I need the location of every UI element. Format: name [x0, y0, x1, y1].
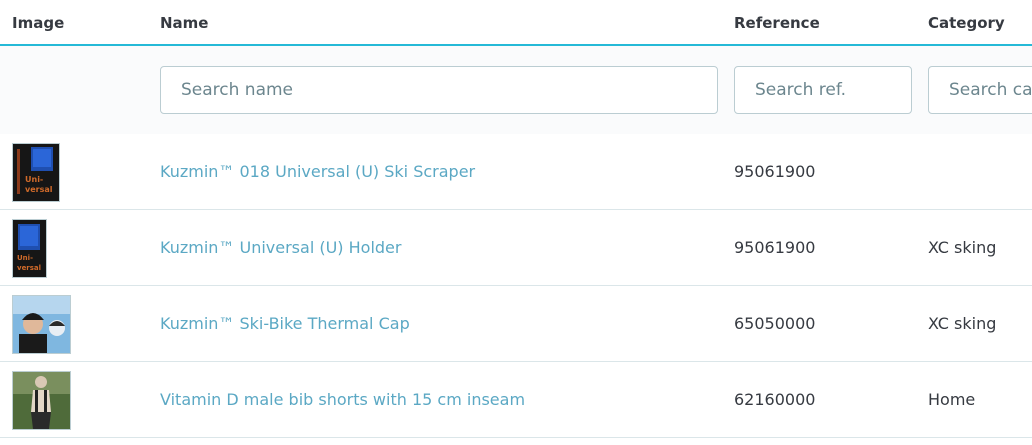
product-thumbnail[interactable]	[12, 295, 71, 354]
table-row[interactable]: Uni- versal Kuzmin™ Universal (U) Holder…	[0, 210, 1032, 286]
product-category: Home	[928, 390, 976, 409]
product-name-link[interactable]: Vitamin D male bib shorts with 15 cm ins…	[160, 390, 525, 409]
product-thumbnail[interactable]: Uni- versal	[12, 219, 47, 278]
product-reference: 62160000	[734, 390, 816, 409]
filter-row	[0, 46, 1032, 134]
product-category: XC sking	[928, 238, 997, 257]
product-reference: 95061900	[734, 238, 816, 257]
column-header-name[interactable]: Name	[160, 14, 208, 32]
column-header-image[interactable]: Image	[12, 14, 64, 32]
svg-text:Uni-: Uni-	[25, 175, 43, 184]
search-category-input[interactable]	[928, 66, 1032, 114]
svg-text:Uni-: Uni-	[17, 254, 33, 262]
product-category: XC sking	[928, 314, 997, 333]
table-row[interactable]: Vitamin D male bib shorts with 15 cm ins…	[0, 362, 1032, 438]
svg-text:versal: versal	[17, 264, 41, 272]
table-row[interactable]: Uni- versal Kuzmin™ 018 Universal (U) Sk…	[0, 134, 1032, 210]
product-name-link[interactable]: Kuzmin™ Ski-Bike Thermal Cap	[160, 314, 410, 333]
product-name-link[interactable]: Kuzmin™ Universal (U) Holder	[160, 238, 401, 257]
product-thumbnail[interactable]	[12, 371, 71, 430]
product-reference: 65050000	[734, 314, 816, 333]
product-reference: 95061900	[734, 162, 816, 181]
table-row[interactable]: Kuzmin™ Ski-Bike Thermal Cap 65050000 XC…	[0, 286, 1032, 362]
product-name-link[interactable]: Kuzmin™ 018 Universal (U) Ski Scraper	[160, 162, 475, 181]
column-header-reference[interactable]: Reference	[734, 14, 820, 32]
table-header: Image Name Reference Category	[0, 0, 1032, 46]
search-name-input[interactable]	[160, 66, 718, 114]
svg-text:versal: versal	[25, 185, 53, 194]
product-thumbnail[interactable]: Uni- versal	[12, 143, 60, 202]
search-reference-input[interactable]	[734, 66, 912, 114]
column-header-category[interactable]: Category	[928, 14, 1005, 32]
